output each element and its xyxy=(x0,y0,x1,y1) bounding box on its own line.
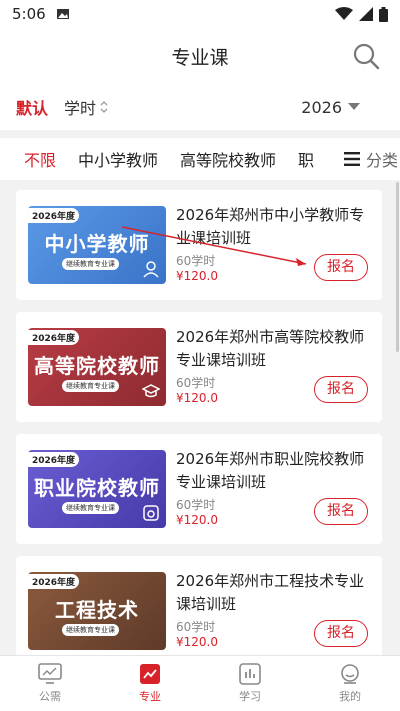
thumbnail-subtitle: 继续教育专业课 xyxy=(62,258,119,270)
bar-chart-icon xyxy=(239,663,261,685)
course-title: 2026年郑州市中小学教师专业课培训班 xyxy=(176,206,365,247)
course-card[interactable]: 2026年度 高等院校教师 继续教育专业课 2026年郑州市高等院校教师专业课培… xyxy=(16,312,382,422)
year-badge: 2026年度 xyxy=(28,452,80,467)
year-badge: 2026年度 xyxy=(28,330,80,345)
menu-icon xyxy=(343,152,360,166)
search-icon[interactable] xyxy=(352,42,380,70)
status-time: 5:06 xyxy=(12,5,46,23)
user-icon xyxy=(341,664,359,684)
tab-mine[interactable]: 我的 xyxy=(300,656,400,711)
tab-professional-label: 专业 xyxy=(139,690,161,703)
image-icon xyxy=(56,9,69,19)
year-badge: 2026年度 xyxy=(28,574,80,589)
category-more-label: 分类 xyxy=(365,151,398,170)
enroll-button[interactable]: 报名 xyxy=(314,376,368,403)
battery-icon xyxy=(379,6,388,22)
category-all[interactable]: 不限 xyxy=(0,147,56,171)
chart-icon xyxy=(140,664,160,684)
sort-filter-bar: 默认 学时 2026 xyxy=(0,84,400,130)
monitor-icon xyxy=(38,663,62,684)
year-badge: 2026年度 xyxy=(28,208,80,223)
course-title: 2026年郑州市职业院校教师专业课培训班 xyxy=(176,450,365,491)
category-more-button[interactable]: 分类 xyxy=(327,138,400,180)
course-price: ¥120.0 xyxy=(176,635,218,649)
course-hours: 60学时 xyxy=(176,620,216,634)
thumbnail-title: 中小学教师 xyxy=(44,232,150,256)
course-price: ¥120.0 xyxy=(176,269,218,283)
course-thumbnail: 2026年度 高等院校教师 继续教育专业课 xyxy=(28,328,166,406)
thumbnail-subtitle: 继续教育专业课 xyxy=(62,624,119,636)
course-hours: 60学时 xyxy=(176,498,216,512)
category-tabs: 不限 中小学教师 高等院校教师 职 分类 xyxy=(0,138,400,180)
wifi-icon xyxy=(335,7,353,20)
graduation-cap-icon xyxy=(142,384,160,398)
sort-hours[interactable]: 学时 xyxy=(64,95,108,119)
thumbnail-subtitle: 继续教育专业课 xyxy=(62,380,119,392)
category-vocational[interactable]: 职 xyxy=(276,147,314,171)
status-bar: 5:06 xyxy=(0,0,400,28)
tab-professional[interactable]: 专业 xyxy=(100,656,200,711)
tab-study-label: 学习 xyxy=(239,690,261,703)
course-card[interactable]: 2026年度 工程技术 继续教育专业课 2026年郑州市工程技术专业课培训班 6… xyxy=(16,556,382,666)
thumbnail-subtitle: 继续教育专业课 xyxy=(62,502,119,514)
page-title: 专业课 xyxy=(171,46,229,69)
bottom-tab-bar: 公需 专业 学习 我的 xyxy=(0,655,400,711)
course-price: ¥120.0 xyxy=(176,391,218,405)
category-higher-education[interactable]: 高等院校教师 xyxy=(158,147,276,171)
tab-study[interactable]: 学习 xyxy=(200,656,300,711)
course-thumbnail: 2026年度 职业院校教师 继续教育专业课 xyxy=(28,450,166,528)
course-card[interactable]: 2026年度 中小学教师 继续教育专业课 2026年郑州市中小学教师专业课培训班… xyxy=(16,190,382,300)
sort-default[interactable]: 默认 xyxy=(16,95,48,119)
course-title: 2026年郑州市工程技术专业课培训班 xyxy=(176,572,365,613)
year-select[interactable]: 2026 xyxy=(301,98,360,117)
sort-hours-label: 学时 xyxy=(64,99,97,118)
certificate-icon xyxy=(143,505,159,521)
student-icon xyxy=(143,261,159,278)
year-select-label: 2026 xyxy=(301,97,342,117)
enroll-button[interactable]: 报名 xyxy=(314,498,368,525)
thumbnail-title: 工程技术 xyxy=(55,598,139,622)
thumbnail-title: 职业院校教师 xyxy=(34,476,160,500)
enroll-button[interactable]: 报名 xyxy=(314,620,368,647)
tab-public[interactable]: 公需 xyxy=(0,656,100,711)
thumbnail-title: 高等院校教师 xyxy=(34,354,160,378)
course-title: 2026年郑州市高等院校教师专业课培训班 xyxy=(176,328,365,369)
tab-mine-label: 我的 xyxy=(339,690,361,703)
tab-public-label: 公需 xyxy=(39,690,61,703)
course-hours: 60学时 xyxy=(176,254,216,268)
enroll-button[interactable]: 报名 xyxy=(314,254,368,281)
course-price: ¥120.0 xyxy=(176,513,218,527)
category-primary-secondary[interactable]: 中小学教师 xyxy=(56,147,158,171)
caret-down-icon xyxy=(348,103,360,110)
course-thumbnail: 2026年度 中小学教师 继续教育专业课 xyxy=(28,206,166,284)
course-hours: 60学时 xyxy=(176,376,216,390)
course-thumbnail: 2026年度 工程技术 继续教育专业课 xyxy=(28,572,166,650)
sort-arrows-icon xyxy=(100,101,108,113)
signal-icon xyxy=(359,7,373,21)
course-card[interactable]: 2026年度 职业院校教师 继续教育专业课 2026年郑州市职业院校教师专业课培… xyxy=(16,434,382,544)
app-header: 专业课 xyxy=(0,28,400,84)
scrollbar[interactable] xyxy=(396,182,399,352)
